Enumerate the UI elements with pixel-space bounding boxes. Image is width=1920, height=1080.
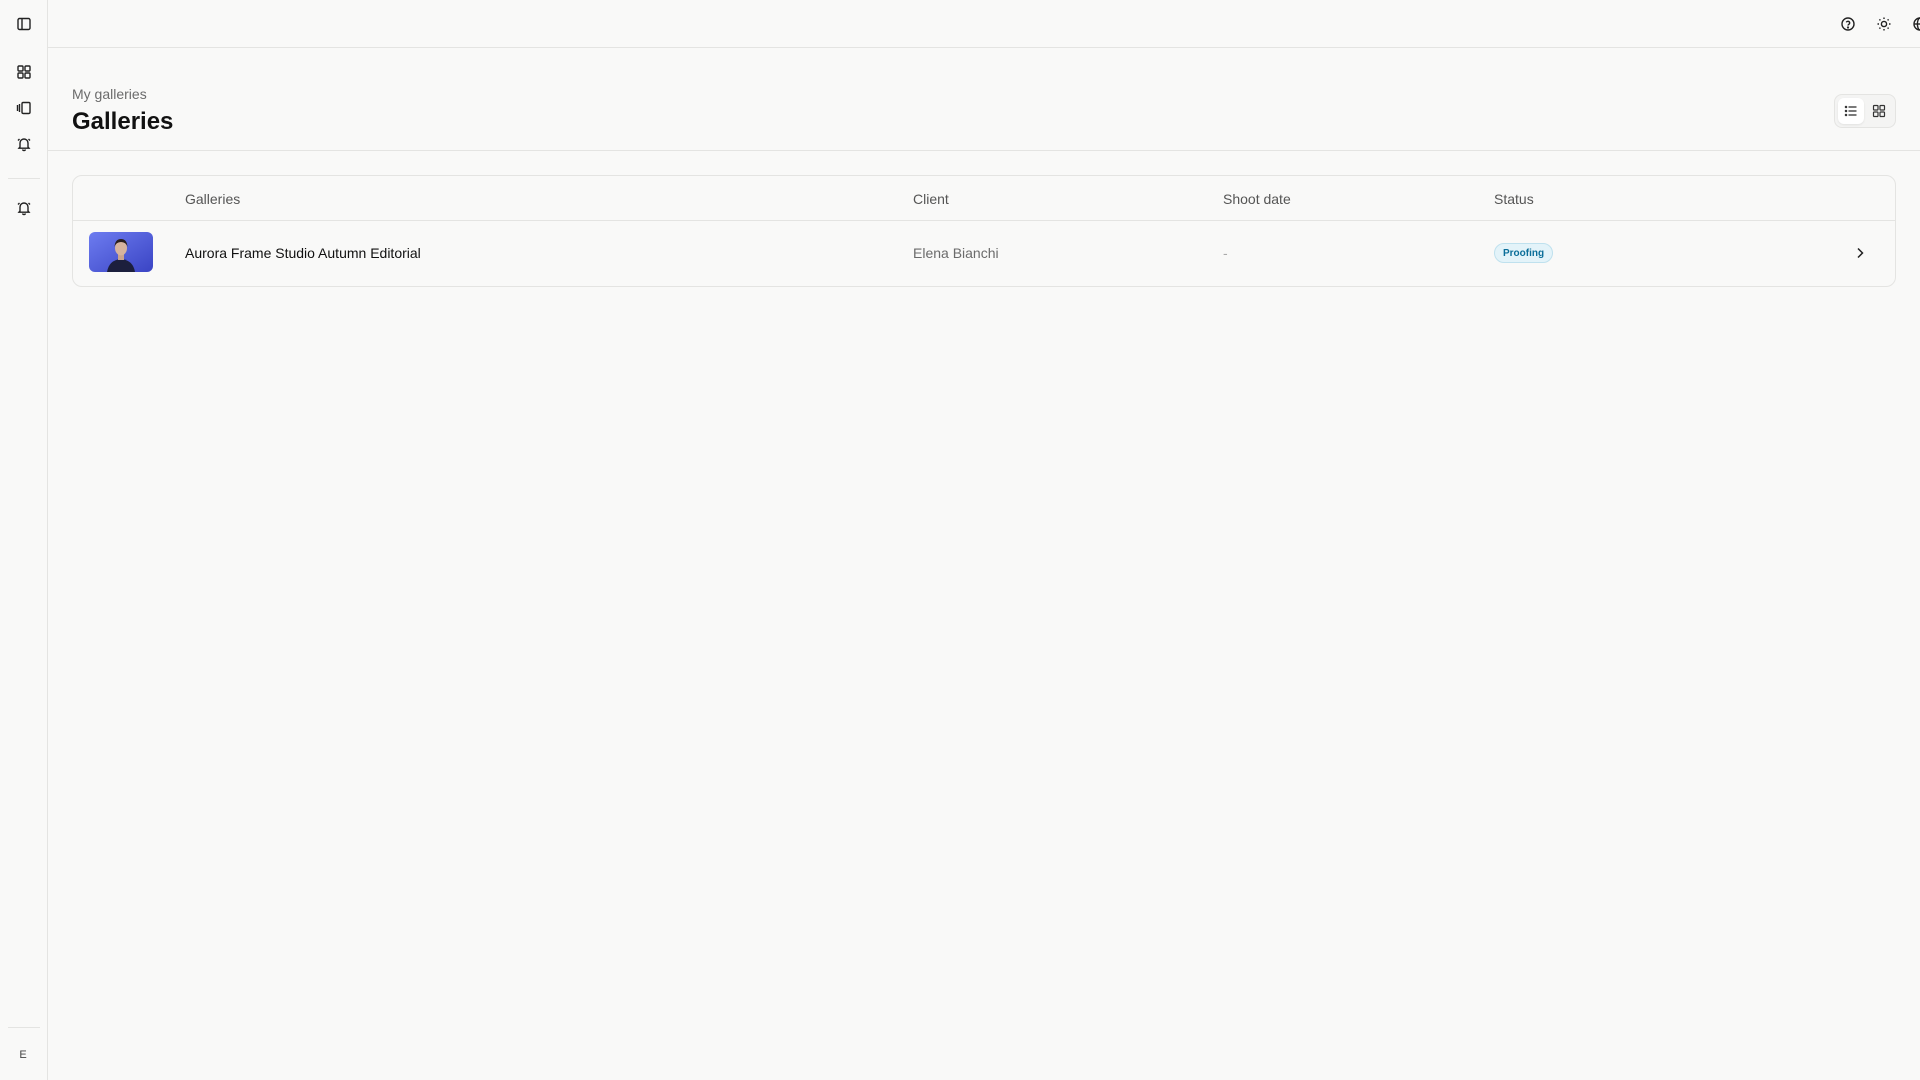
sidebar-toggle-icon[interactable] <box>10 10 38 38</box>
gallery-name[interactable]: Aurora Frame Studio Autumn Editorial <box>185 245 421 261</box>
alerts-icon <box>17 202 31 216</box>
sidebar: E <box>0 0 48 1080</box>
avatar-initial: E <box>19 1049 27 1061</box>
grid-view-icon <box>1872 104 1886 118</box>
top-bar <box>48 0 1920 48</box>
page-title: Galleries <box>72 108 174 135</box>
grid-view-button[interactable] <box>1866 98 1892 124</box>
column-shoot-date[interactable]: Shoot date <box>1223 191 1291 207</box>
view-toggle <box>1834 94 1896 128</box>
shoot-date: - <box>1223 245 1228 261</box>
theme-icon[interactable] <box>1872 12 1896 36</box>
list-view-button[interactable] <box>1838 98 1864 124</box>
status-badge: Proofing <box>1494 243 1554 263</box>
app-root: E My galleries Galleries Galleries Clien… <box>0 0 1920 1080</box>
language-icon[interactable] <box>1908 12 1920 36</box>
list-view-icon <box>1844 105 1857 117</box>
page-header: My galleries Galleries <box>48 48 1920 151</box>
dashboard-icon <box>17 65 31 79</box>
column-status[interactable]: Status <box>1494 191 1534 207</box>
column-galleries[interactable]: Galleries <box>185 191 240 207</box>
table-header: Galleries Client Shoot date Status <box>73 176 1895 221</box>
table-row[interactable]: Aurora Frame Studio Autumn Editorial Ele… <box>73 221 1895 286</box>
sidebar-divider <box>8 178 40 179</box>
help-icon[interactable] <box>1836 12 1860 36</box>
sidebar-item-alerts[interactable] <box>10 194 38 222</box>
sidebar-divider-bottom <box>8 1027 40 1028</box>
galleries-table: Galleries Client Shoot date Status Auror… <box>72 175 1896 287</box>
notifications-icon <box>17 138 31 152</box>
gallery-thumbnail[interactable] <box>89 232 153 272</box>
breadcrumb[interactable]: My galleries <box>72 86 147 102</box>
chevron-right-icon[interactable] <box>1851 244 1869 262</box>
sidebar-item-dashboard[interactable] <box>10 58 38 86</box>
user-avatar[interactable]: E <box>11 1043 35 1067</box>
sidebar-item-galleries[interactable] <box>10 94 38 122</box>
sidebar-item-notifications[interactable] <box>10 130 38 158</box>
client-name: Elena Bianchi <box>913 245 999 261</box>
column-client[interactable]: Client <box>913 191 949 207</box>
galleries-icon <box>16 101 31 115</box>
